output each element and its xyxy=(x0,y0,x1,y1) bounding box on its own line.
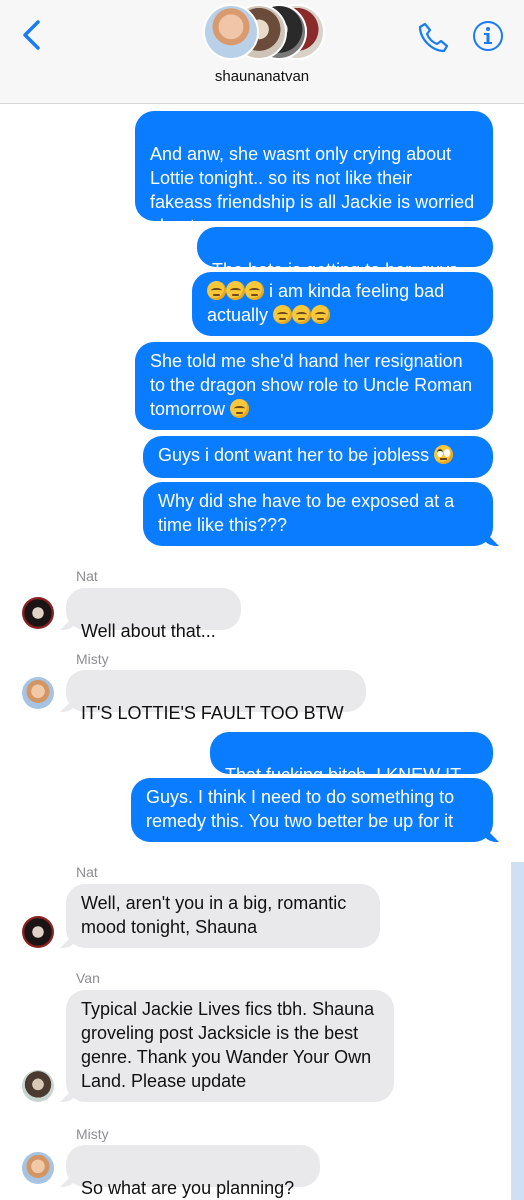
call-button[interactable] xyxy=(416,20,450,54)
sender-name: Misty xyxy=(76,1126,109,1142)
pensive-face-emoji xyxy=(230,399,250,418)
pensive-face-emoji xyxy=(207,281,226,300)
message-text: i am kinda feeling bad xyxy=(269,281,445,301)
face-with-rolling-eyes-emoji xyxy=(434,445,454,464)
avatar[interactable] xyxy=(22,1070,54,1102)
sender-name: Nat xyxy=(76,864,98,880)
message-text: Why did she have to be exposed at a time… xyxy=(158,491,455,535)
conversation-title[interactable]: shaunanatvan xyxy=(0,68,524,85)
avatar[interactable] xyxy=(22,916,54,948)
avatar[interactable] xyxy=(22,597,54,629)
scrollbar[interactable] xyxy=(511,862,524,1200)
message-text: IT'S LOTTIE'S FAULT TOO BTW xyxy=(81,703,344,723)
message-bubble-incoming[interactable]: Typical Jackie Lives fics tbh. Shauna gr… xyxy=(66,990,394,1102)
message-text: So what are you planning? xyxy=(81,1178,295,1198)
avatar xyxy=(203,4,259,60)
sender-name: Misty xyxy=(76,651,109,667)
message-bubble-incoming[interactable]: IT'S LOTTIE'S FAULT TOO BTW xyxy=(66,670,366,723)
message-bubble-outgoing[interactable]: She told me she'd hand her resignation t… xyxy=(135,342,493,430)
sender-name: Nat xyxy=(76,568,98,584)
group-avatar-stack[interactable] xyxy=(203,4,325,62)
message-text: And anw, she wasnt only crying about Lot… xyxy=(150,144,475,236)
conversation-header: shaunanatvan xyxy=(0,0,524,104)
message-bubble-outgoing[interactable]: i am kinda feeling bad actually xyxy=(192,272,493,336)
message-bubble-outgoing[interactable]: The hate is getting to her, guys xyxy=(197,227,493,280)
message-text: Well, aren't you in a big, romantic mood… xyxy=(81,893,347,937)
sender-name: Van xyxy=(76,970,100,986)
message-text: actually xyxy=(207,305,269,325)
message-text: Guys i dont want her to be jobless xyxy=(158,445,430,465)
info-button[interactable] xyxy=(472,20,504,52)
phone-icon xyxy=(418,22,449,53)
message-text: She told me she'd hand her resignation t… xyxy=(150,351,473,419)
message-bubble-incoming[interactable]: Well, aren't you in a big, romantic mood… xyxy=(66,884,380,948)
pensive-face-emoji xyxy=(245,281,264,300)
message-text: Guys. I think I need to do something to … xyxy=(146,787,455,831)
pensive-face-emoji xyxy=(311,305,331,324)
pensive-face-emoji xyxy=(292,305,312,324)
message-bubble-outgoing[interactable]: Guys. I think I need to do something to … xyxy=(131,778,493,842)
message-text: Well about that... xyxy=(81,621,216,641)
message-bubble-incoming[interactable]: So what are you planning? xyxy=(66,1145,320,1198)
pensive-face-emoji xyxy=(273,305,293,324)
avatar[interactable] xyxy=(22,677,54,709)
avatar[interactable] xyxy=(22,1152,54,1184)
message-bubble-outgoing[interactable]: That fucking bitch. I KNEW IT xyxy=(210,732,493,785)
chevron-left-icon xyxy=(23,20,40,50)
message-bubble-outgoing[interactable]: Guys i dont want her to be jobless xyxy=(143,436,493,478)
pensive-face-emoji xyxy=(226,281,245,300)
message-bubble-outgoing[interactable]: Why did she have to be exposed at a time… xyxy=(143,482,493,546)
message-bubble-outgoing[interactable]: And anw, she wasnt only crying about Lot… xyxy=(135,111,493,236)
message-bubble-incoming[interactable]: Well about that... xyxy=(66,588,241,641)
message-text: Typical Jackie Lives fics tbh. Shauna gr… xyxy=(81,999,375,1091)
back-button[interactable] xyxy=(18,18,46,52)
info-icon xyxy=(473,21,503,51)
